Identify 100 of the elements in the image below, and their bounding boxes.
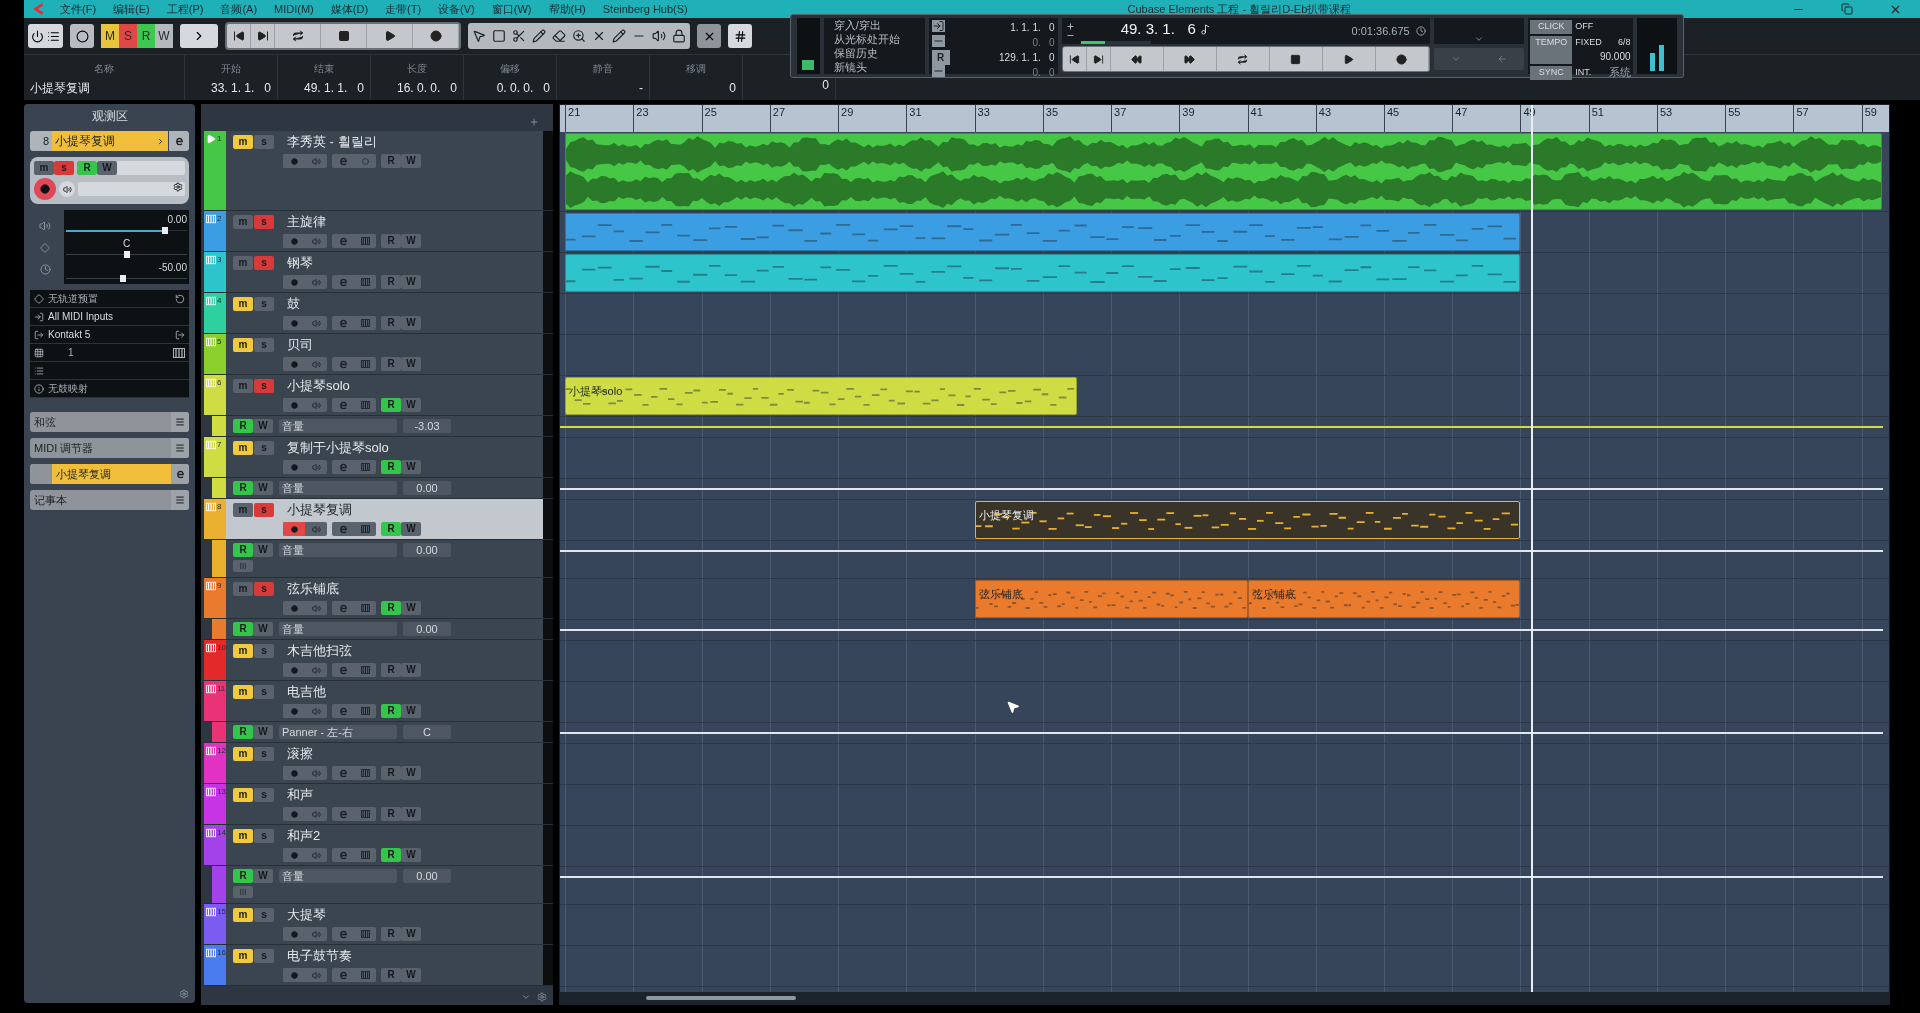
pan-slider[interactable] <box>66 251 187 258</box>
slider-thumb[interactable] <box>162 227 169 234</box>
read-button[interactable]: R <box>381 807 401 821</box>
solo-button[interactable]: s <box>254 582 274 596</box>
record-enable-button[interactable] <box>34 178 56 200</box>
read-button[interactable]: R <box>381 601 401 615</box>
settings-icon[interactable] <box>537 992 547 1002</box>
menu-item[interactable]: MIDI(M) <box>274 0 314 18</box>
menu-item[interactable]: 走带(T) <box>385 0 422 18</box>
solo-button[interactable]: s <box>254 503 274 517</box>
menu-item[interactable]: 窗口(W) <box>491 0 532 18</box>
write-button[interactable]: W <box>401 663 421 677</box>
read-button[interactable]: R <box>381 316 401 330</box>
solo-button[interactable]: s <box>254 379 274 393</box>
write-button[interactable]: W <box>401 460 421 474</box>
midi-clip[interactable] <box>565 213 1521 251</box>
mute-button[interactable]: m <box>233 256 253 270</box>
read-button[interactable]: R <box>381 927 401 941</box>
read-button[interactable]: R <box>381 663 401 677</box>
mute-button[interactable]: m <box>233 949 253 963</box>
solo-button[interactable]: s <box>54 161 74 175</box>
inspector-section[interactable]: MIDI 调节器 <box>30 438 189 458</box>
solo-button[interactable]: s <box>254 644 274 658</box>
read-button[interactable]: R <box>381 848 401 862</box>
menu-item[interactable]: 帮助(H) <box>548 0 586 18</box>
read-button[interactable]: R <box>381 522 401 536</box>
close-icon[interactable] <box>592 29 606 43</box>
mute-button[interactable]: m <box>233 685 253 699</box>
transport-option[interactable]: 穿入/穿出 <box>825 18 923 32</box>
solo-button[interactable]: s <box>254 215 274 229</box>
read-button[interactable]: R <box>233 869 253 883</box>
read-button[interactable]: R <box>381 154 401 168</box>
volume-slider[interactable] <box>66 227 187 234</box>
state-button[interactable]: S <box>119 24 137 48</box>
write-button[interactable]: W <box>401 766 421 780</box>
midi-clip[interactable]: 弦乐铺底 <box>1247 580 1521 618</box>
zoom-icon[interactable] <box>572 29 586 43</box>
show-lanes-button[interactable] <box>233 886 253 898</box>
parameter-field[interactable]: 音量 <box>279 543 397 557</box>
write-button[interactable]: W <box>401 522 421 536</box>
delay-value[interactable]: -50.00 <box>66 260 187 275</box>
write-button[interactable]: W <box>401 398 421 412</box>
state-button[interactable]: W <box>155 24 173 48</box>
read-button[interactable]: R <box>233 419 253 433</box>
parameter-field[interactable]: 音量 <box>279 419 397 433</box>
power-icon[interactable] <box>31 29 44 43</box>
restore-icon[interactable] <box>1841 3 1853 15</box>
menu-item[interactable]: 音频(A) <box>220 0 258 18</box>
read-button[interactable]: R <box>233 622 253 636</box>
instrument-field[interactable] <box>78 182 185 196</box>
pan-value[interactable]: C <box>66 236 187 251</box>
mute-button[interactable]: m <box>233 441 253 455</box>
transport-option[interactable]: 从光标处开始 <box>825 32 923 46</box>
sync-button[interactable]: SYNC <box>1530 66 1573 80</box>
delay-slider[interactable] <box>66 275 187 282</box>
pencil-icon[interactable] <box>612 29 626 43</box>
mute-button[interactable]: m <box>233 503 253 517</box>
mute-button[interactable]: m <box>233 379 253 393</box>
left-locator-icon[interactable] <box>931 20 945 32</box>
write-button[interactable]: W <box>401 275 421 289</box>
field-value[interactable]: - <box>563 79 643 97</box>
scissors-icon[interactable] <box>512 29 526 43</box>
parameter-value-field[interactable]: -3.03 <box>403 419 451 433</box>
channel-selector[interactable]: 1 <box>30 344 189 362</box>
output-selector[interactable]: Kontakt 5 <box>30 326 189 344</box>
write-button[interactable]: W <box>401 968 421 982</box>
field-value[interactable]: 33. 1. 1. 0 <box>191 79 271 97</box>
write-button[interactable]: W <box>401 154 421 168</box>
auto-scroll-button[interactable] <box>180 24 218 48</box>
field-value[interactable]: 0 <box>749 76 829 94</box>
parameter-field[interactable]: Panner - 左-右 <box>279 725 397 739</box>
midi-clip[interactable] <box>565 254 1521 292</box>
read-button[interactable]: R <box>233 543 253 557</box>
state-button[interactable]: R <box>137 24 155 48</box>
horizontal-scrollbar[interactable] <box>560 992 1889 1004</box>
solo-button[interactable]: s <box>254 135 274 149</box>
write-button[interactable]: W <box>401 234 421 248</box>
pencil-icon[interactable] <box>532 29 546 43</box>
pointer-icon[interactable] <box>472 29 486 43</box>
menu-item[interactable]: 工程(P) <box>166 0 204 18</box>
menu-item[interactable]: Steinberg Hub(S) <box>602 0 688 18</box>
right-locator-value[interactable]: 129. 1. 1. 0 <box>953 50 1055 65</box>
write-button[interactable]: W <box>401 316 421 330</box>
mute-button[interactable]: m <box>233 135 253 149</box>
mute-button[interactable]: m <box>233 215 253 229</box>
mute-button[interactable]: m <box>233 297 253 311</box>
monitor-button[interactable] <box>59 181 75 197</box>
field-value[interactable]: 16. 0. 0. 0 <box>377 79 457 97</box>
parameter-value-field[interactable]: 0.00 <box>403 543 451 557</box>
menu-item[interactable]: 设备(V) <box>438 0 475 18</box>
read-button[interactable]: R <box>381 275 401 289</box>
read-button[interactable]: R <box>381 704 401 718</box>
input-selector[interactable]: All MIDI Inputs <box>30 308 189 326</box>
menu-item[interactable]: 文件(F) <box>60 0 97 18</box>
speaker-icon[interactable] <box>652 29 666 43</box>
parameter-value-field[interactable]: C <box>403 725 451 739</box>
parameter-field[interactable]: 音量 <box>279 622 397 636</box>
parameter-value-field[interactable]: 0.00 <box>403 481 451 495</box>
write-button[interactable]: W <box>253 543 273 557</box>
solo-button[interactable]: s <box>254 338 274 352</box>
